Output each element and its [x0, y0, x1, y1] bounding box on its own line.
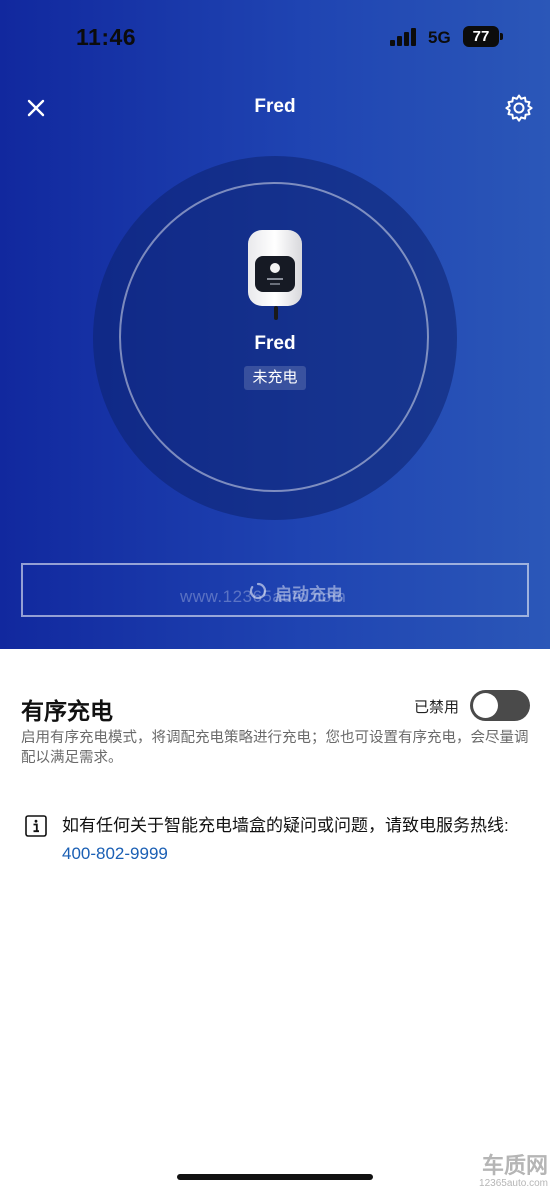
charger-cable: [274, 306, 278, 320]
brand-watermark: 车质网 12365auto.com: [468, 1154, 548, 1190]
watermark-text: www.12365auto.com: [180, 587, 347, 606]
support-info-text: 如有任何关于智能充电墙盒的疑问或问题，请致电服务热线:: [62, 816, 509, 835]
wall-charger-icon: [248, 230, 302, 306]
brand-watermark-title: 车质网: [481, 1153, 548, 1178]
status-bar: 11:46 5G 77: [0, 0, 550, 70]
gear-icon: [505, 94, 533, 122]
device-name: Fred: [254, 333, 296, 354]
ordered-charging-toggle[interactable]: [470, 690, 530, 721]
ordered-charging-toggle-label: 已禁用: [414, 699, 460, 716]
ordered-charging-description: 启用有序充电模式，将调配充电策略进行充电；您也可设置有序充电，会尽量调配以满足需…: [21, 730, 529, 766]
close-icon: [27, 99, 45, 117]
status-time: 11:46: [76, 24, 137, 50]
charger-hero-panel: 11:46 5G 77 Fred Fred 未充电 启动充电 www.12365…: [0, 0, 550, 649]
close-button[interactable]: [22, 94, 50, 122]
signal-icon: [390, 28, 420, 46]
ordered-charging-title: 有序充电: [21, 698, 113, 724]
toggle-knob: [473, 693, 498, 718]
info-icon: [25, 815, 47, 837]
hotline-link[interactable]: 400-802-9999: [62, 844, 168, 863]
network-type: 5G: [428, 28, 451, 47]
status-badge: 未充电: [244, 366, 306, 390]
home-indicator[interactable]: [177, 1174, 373, 1180]
battery-icon: 77: [463, 26, 503, 47]
settings-button[interactable]: [503, 92, 535, 124]
support-info: 如有任何关于智能充电墙盒的疑问或问题，请致电服务热线: 400-802-9999: [62, 812, 522, 868]
brand-watermark-url: 12365auto.com: [479, 1178, 548, 1189]
page-title: Fred: [254, 96, 296, 117]
